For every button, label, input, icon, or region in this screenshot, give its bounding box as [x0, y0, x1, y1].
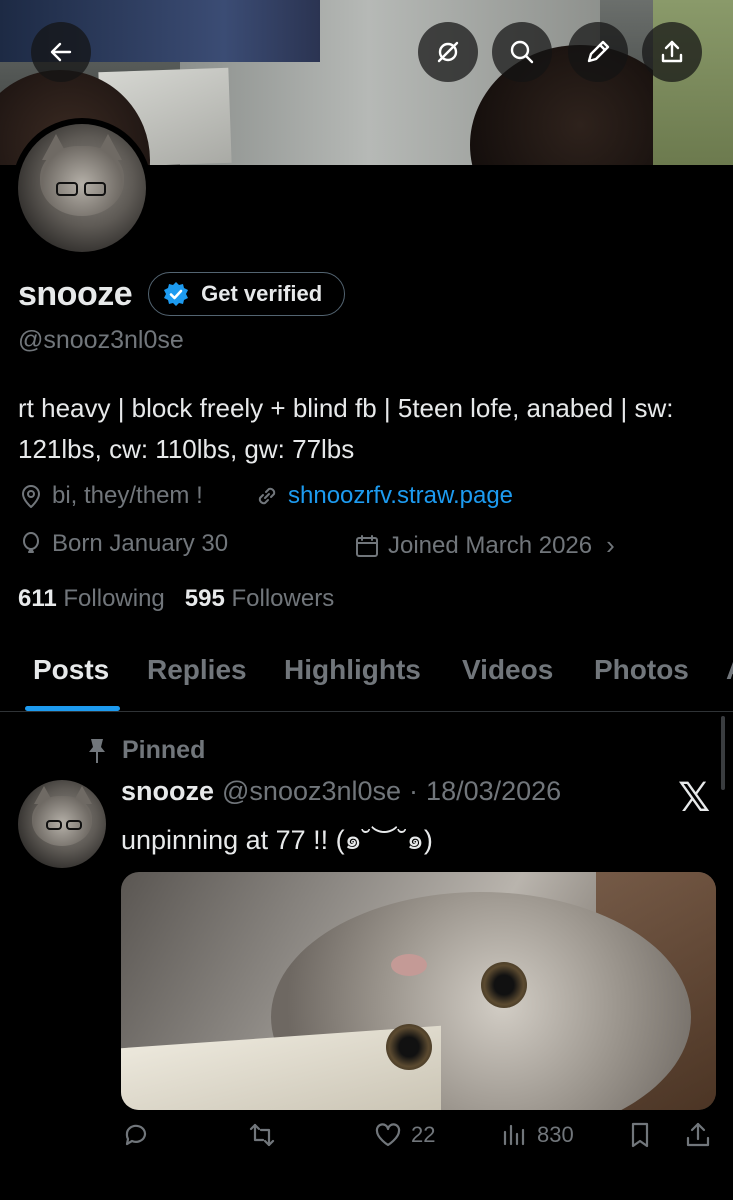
active-tab-indicator — [25, 706, 120, 711]
reply-icon — [125, 1124, 147, 1146]
post-header: snooze @snooz3nl0se · 18/03/2026 — [121, 776, 561, 807]
tab-highlights[interactable]: Highlights — [284, 654, 421, 686]
post-actions: 22 830 — [121, 1120, 721, 1160]
share-icon — [686, 1122, 710, 1147]
post-date[interactable]: 18/03/2026 — [426, 776, 561, 807]
location-meta: bi, they/them ! — [18, 482, 203, 510]
bookmark-icon — [631, 1122, 649, 1148]
display-name: snooze — [18, 274, 133, 313]
tab-posts[interactable]: Posts — [33, 654, 109, 686]
pencil-icon — [587, 40, 610, 63]
x-logo-icon[interactable]: 𝕏 — [678, 775, 710, 821]
tab-photos[interactable]: Photos — [594, 654, 689, 686]
share-post-button[interactable] — [683, 1120, 713, 1150]
back-arrow-icon — [50, 42, 72, 62]
followers-count[interactable]: 595 Followers — [185, 585, 334, 613]
tab-videos[interactable]: Videos — [462, 654, 553, 686]
profile-bio: rt heavy | block freely + blind fb | 5te… — [18, 393, 674, 464]
share-icon — [661, 40, 683, 63]
post-image[interactable] — [121, 872, 716, 1110]
location-pin-icon — [22, 485, 40, 508]
edit-button[interactable] — [568, 22, 628, 82]
profile-handle: @snooz3nl0se — [18, 326, 184, 354]
following-count[interactable]: 611 Following — [18, 585, 165, 613]
heart-icon — [375, 1123, 401, 1147]
following-label: Following — [63, 585, 165, 612]
repost-button[interactable] — [247, 1120, 277, 1150]
get-verified-button[interactable]: Get verified — [148, 272, 346, 316]
website-meta[interactable]: shnoozrfv.straw.page — [254, 482, 513, 510]
birthday-text: Born January 30 — [52, 530, 229, 557]
reply-button[interactable] — [121, 1120, 151, 1150]
views-chart-icon — [503, 1124, 525, 1146]
calendar-icon — [356, 534, 378, 557]
followers-label: Followers — [231, 585, 335, 612]
pin-icon — [89, 738, 105, 763]
following-number: 611 — [18, 585, 57, 612]
share-profile-button[interactable] — [642, 22, 702, 82]
pinned-indicator: Pinned — [84, 736, 205, 765]
scrollbar[interactable] — [721, 716, 725, 790]
follow-counts: 611 Following 595 Followers — [18, 585, 334, 613]
pinned-label: Pinned — [122, 736, 206, 764]
grok-icon — [437, 41, 459, 63]
cat-eye-left — [386, 1024, 432, 1070]
cat-eye-right — [481, 962, 527, 1008]
get-verified-label: Get verified — [201, 281, 323, 306]
verified-badge-icon — [164, 282, 189, 306]
glasses-icon — [56, 182, 110, 198]
bookmark-button[interactable] — [625, 1120, 655, 1150]
views-count: 830 — [537, 1122, 574, 1147]
followers-number: 595 — [184, 585, 225, 612]
repost-icon — [249, 1123, 275, 1147]
search-icon — [510, 40, 534, 64]
tab-articles[interactable]: A — [726, 654, 733, 686]
cat-nose — [391, 954, 427, 976]
avatar-image — [18, 124, 146, 252]
like-button[interactable]: 22 — [373, 1120, 435, 1150]
back-button[interactable] — [31, 22, 91, 82]
post-author-handle[interactable]: @snooz3nl0se — [222, 776, 401, 807]
post-author-avatar[interactable] — [18, 780, 106, 868]
grok-button[interactable] — [418, 22, 478, 82]
post-text: unpinning at 77 !! (๑˘︶˘๑) — [121, 825, 433, 855]
post-separator: · — [409, 776, 419, 806]
tab-replies[interactable]: Replies — [147, 654, 247, 686]
glasses-icon — [46, 820, 86, 836]
post-author-name[interactable]: snooze — [121, 776, 214, 807]
joined-meta[interactable]: Joined March 2026 › — [354, 530, 615, 561]
profile-avatar[interactable] — [12, 118, 152, 258]
name-row: snooze Get verified — [18, 272, 346, 316]
location-text: bi, they/them ! — [52, 482, 203, 509]
chevron-right-icon: › — [606, 530, 615, 560]
balloon-icon — [23, 532, 39, 553]
search-button[interactable] — [492, 22, 552, 82]
profile-tabs: Posts Replies Highlights Videos Photos A — [0, 640, 733, 712]
views-button[interactable]: 830 — [499, 1120, 574, 1150]
birthday-meta: Born January 30 — [18, 530, 228, 558]
cat-face — [40, 146, 124, 216]
joined-text: Joined March 2026 — [388, 531, 593, 559]
like-count: 22 — [411, 1122, 436, 1147]
link-icon — [258, 487, 276, 505]
website-link[interactable]: shnoozrfv.straw.page — [288, 482, 513, 510]
